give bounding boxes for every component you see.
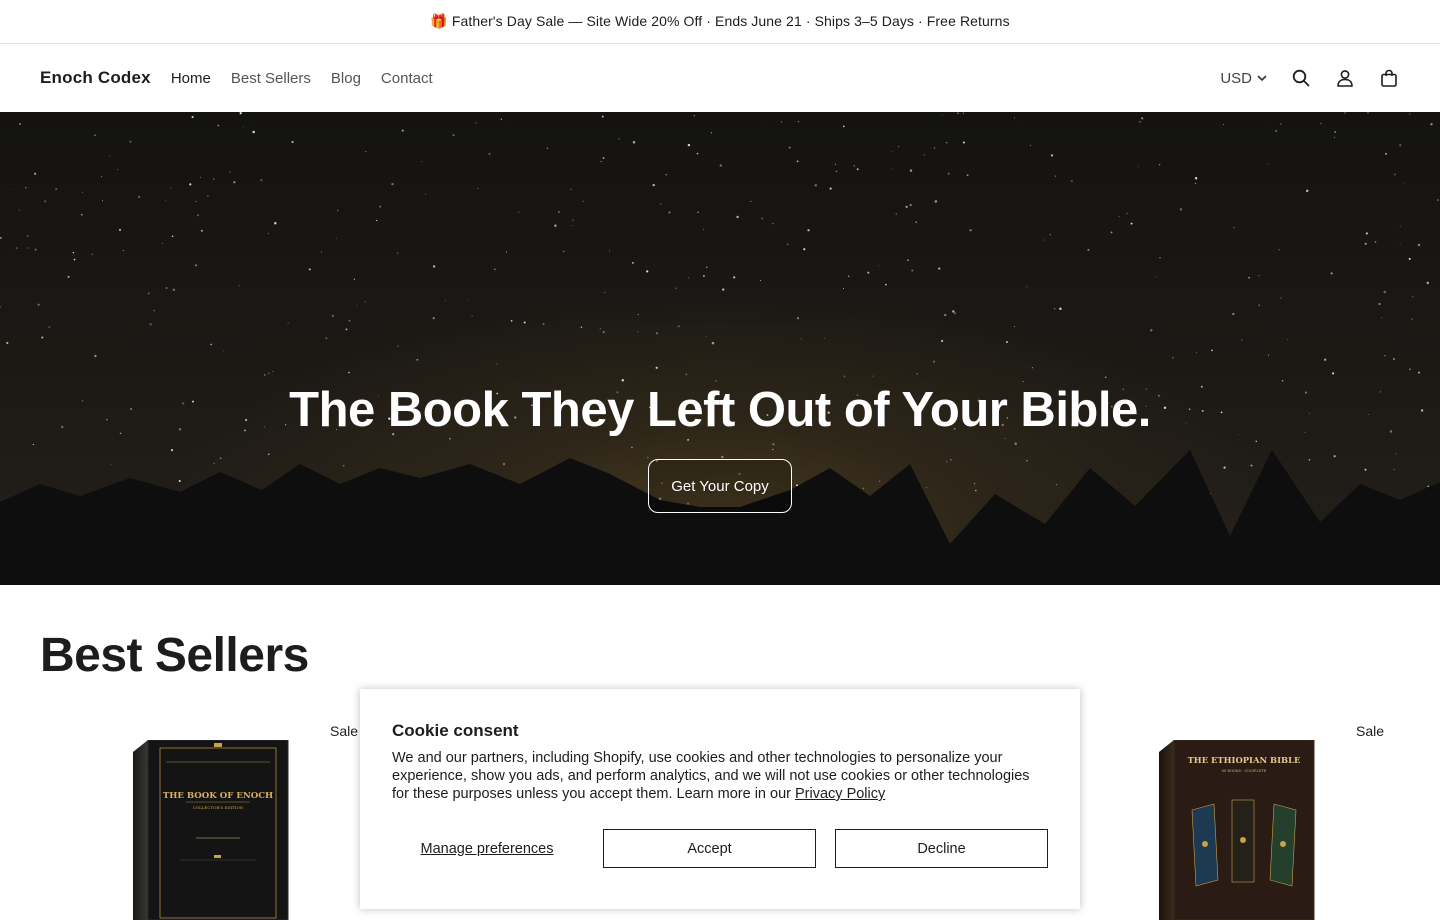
nav-item-best-sellers[interactable]: Best Sellers <box>231 70 311 87</box>
hero-title: The Book They Left Out of Your Bible. <box>289 383 1151 437</box>
nav-item-home[interactable]: Home <box>171 70 211 87</box>
currency-selector[interactable]: USD <box>1220 70 1268 87</box>
book-cover-ethiopian-bible[interactable]: THE ETHIOPIAN BIBLE 88 BOOKS · COMPLETE <box>1156 740 1316 920</box>
cookie-body: We and our partners, including Shopify, … <box>392 749 1048 803</box>
book-cover-subtitle: 88 BOOKS · COMPLETE <box>1222 769 1267 773</box>
brand-logo[interactable]: Enoch Codex <box>40 68 151 88</box>
accept-button[interactable]: Accept <box>603 829 816 868</box>
main-nav: Home Best Sellers Blog Contact <box>171 70 433 87</box>
search-icon[interactable] <box>1290 67 1312 89</box>
announcement-bar: 🎁 Father's Day Sale — Site Wide 20% Off … <box>0 0 1440 44</box>
sale-badge: Sale <box>1356 723 1385 739</box>
cookie-actions: Manage preferences Accept Decline <box>392 829 1048 868</box>
nav-item-blog[interactable]: Blog <box>331 70 361 87</box>
get-your-copy-button[interactable]: Get Your Copy <box>648 459 792 513</box>
book-cover-subtitle: COLLECTOR'S EDITION <box>193 805 244 810</box>
product-card-enoch[interactable]: Sale THE BOOK OF ENOCH COLLECTOR'S EDITI… <box>40 716 400 920</box>
book-cover-title: THE ETHIOPIAN BIBLE <box>1188 755 1301 765</box>
manage-preferences-button[interactable]: Manage preferences <box>392 829 582 868</box>
site-header: Enoch Codex Home Best Sellers Blog Conta… <box>0 44 1440 112</box>
best-sellers-title: Best Sellers <box>40 629 309 682</box>
cookie-consent-dialog: Cookie consent We and our partners, incl… <box>360 689 1080 909</box>
product-card-ethiopian-bible[interactable]: Sale THE ETHIOPIAN BIBLE 88 BOOKS · COMP… <box>1066 716 1426 920</box>
cookie-title: Cookie consent <box>392 721 519 740</box>
privacy-policy-link[interactable]: Privacy Policy <box>795 786 885 802</box>
header-actions: USD <box>1220 67 1400 89</box>
sale-badge: Sale <box>330 723 359 739</box>
currency-label: USD <box>1220 69 1252 87</box>
nav-item-contact[interactable]: Contact <box>381 70 433 87</box>
mountain-silhouette <box>0 450 1440 585</box>
cookie-body-text: We and our partners, including Shopify, … <box>392 750 1030 802</box>
cart-icon[interactable] <box>1378 67 1400 89</box>
hero-banner: The Book They Left Out of Your Bible. Ge… <box>0 112 1440 585</box>
decline-button[interactable]: Decline <box>835 829 1048 868</box>
account-icon[interactable] <box>1334 67 1356 89</box>
announcement-text: 🎁 Father's Day Sale — Site Wide 20% Off … <box>430 13 1010 29</box>
book-cover-enoch[interactable]: THE BOOK OF ENOCH COLLECTOR'S EDITION <box>130 740 290 920</box>
book-cover-title: THE BOOK OF ENOCH <box>163 791 273 801</box>
chevron-down-icon <box>1257 75 1267 82</box>
